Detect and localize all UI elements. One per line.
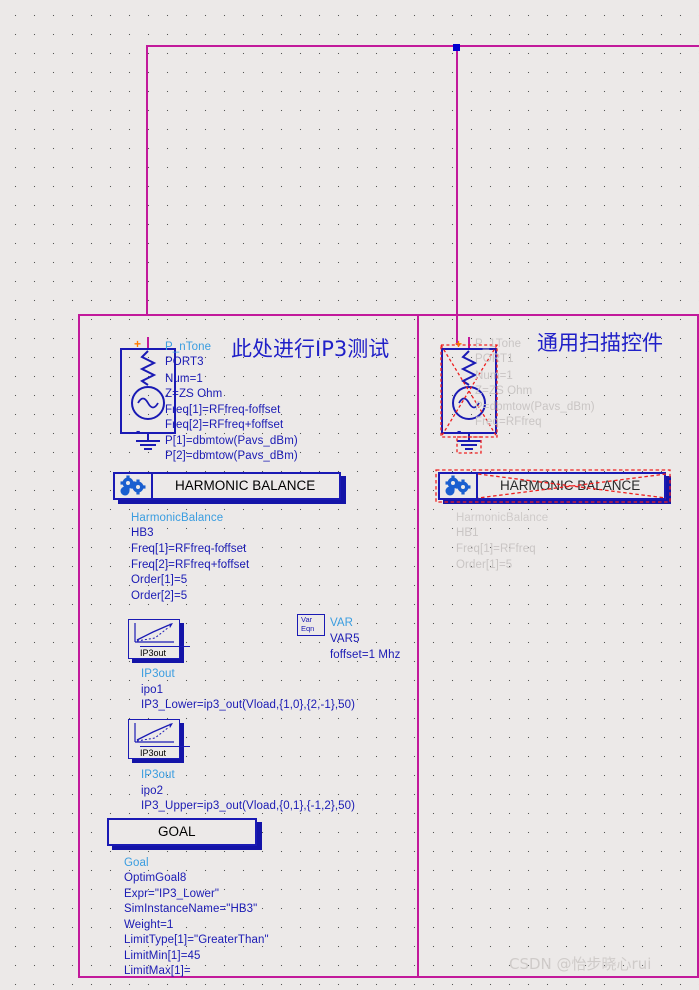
right-port-plus-label: + [455,337,463,351]
var-icon-line1: Var [301,615,313,624]
var-symbol[interactable]: Var Eqn [297,614,325,636]
right-port-symbol-name: P_1Tone [475,338,522,350]
port-param-3: Freq[2]=RFfreq+foffset [165,419,284,431]
right-hb-param-1: Order[1]=5 [456,559,513,571]
csdn-watermark: CSDN @怡步晓心rui [509,955,652,973]
goal-param-5: LimitMax[1]= [124,965,191,977]
goal-component-name: Goal [124,857,149,869]
right-port-param-0: Num=1 [475,370,513,382]
ip3-lower-symbol[interactable]: IP3out [128,619,190,659]
goal-param-2: Weight=1 [124,919,174,931]
goal-instance-name: OptimGoal8 [124,872,187,884]
ip3-upper-expression: IP3_Upper=ip3_out(Vload,{0,1},{-1,2},50) [141,800,356,812]
harmonic-balance-block[interactable]: HARMONIC BALANCE [113,472,341,500]
hb-block-label: HARMONIC BALANCE [175,478,316,493]
port-instance-name: PORT3 [165,356,204,368]
var-equation: foffset=1 Mhz [330,649,401,661]
right-port-param-3: Freq=RFfreq [475,416,542,428]
wire-junction-node[interactable] [453,44,460,51]
right-port-param-1: Z=ZS Ohm [475,385,533,397]
port-param-2: Freq[1]=RFfreq-foffset [165,404,281,416]
schematic-canvas[interactable]: 此处进行IP3测试 + - P_nTone PORT3 Num=1 Z=ZS O… [0,0,699,990]
right-port-param-2: P=dbmtow(Pavs_dBm) [475,401,595,413]
right-hb-block-label: HARMONIC BALANCE [500,478,641,493]
port-param-0: Num=1 [165,373,203,385]
ip3-lower-symbol-caption: IP3out [140,646,190,658]
ip3-upper-symbol-caption: IP3out [140,746,190,758]
right-harmonic-balance-block[interactable]: HARMONIC BALANCE [438,472,666,500]
goal-param-3: LimitType[1]="GreaterThan" [124,934,269,946]
ip3-lower-instance: ipo1 [141,684,164,696]
right-port-minus-label: - [457,423,462,438]
hb-icon-cell [115,474,153,498]
var-instance-name: VAR5 [330,633,360,645]
var-icon-line2: Eqn [301,624,315,633]
goal-block-label: GOAL [158,824,196,839]
wire-right-vertical[interactable] [456,45,458,345]
right-hb-component-name: HarmonicBalance [456,512,549,524]
port-minus-label: - [136,423,141,438]
gears-icon [120,475,146,496]
right-panel-title: 通用扫描控件 [537,331,663,355]
ip3-upper-symbol[interactable]: IP3out [128,719,190,759]
right-hb-param-0: Freq[1]=RFfreq [456,543,536,555]
var-component-name: VAR [330,617,354,629]
wire-left-vertical[interactable] [146,45,148,315]
hb-param-3: Order[2]=5 [131,590,188,602]
ip3-upper-instance: ipo2 [141,785,164,797]
goal-param-1: SimInstanceName="HB3" [124,903,258,915]
port-param-5: P[2]=dbmtow(Pavs_dBm) [165,450,298,462]
gears-icon [445,475,471,496]
hb-instance-name: HB3 [131,527,154,539]
port-param-1: Z=ZS Ohm [165,388,223,400]
ip3-lower-expression: IP3_Lower=ip3_out(Vload,{1,0},{2,-1},50) [141,699,356,711]
right-port-instance-name: PORT1 [475,353,514,365]
goal-param-0: Expr="IP3_Lower" [124,888,220,900]
wire-top-horizontal[interactable] [146,45,699,47]
hb-param-0: Freq[1]=RFfreq-foffset [131,543,247,555]
hb-param-1: Freq[2]=RFfreq+foffset [131,559,250,571]
hb-param-2: Order[1]=5 [131,574,188,586]
right-hb-instance-name: HB1 [456,527,479,539]
right-hb-icon-cell [440,474,478,498]
goal-param-4: LimitMin[1]=45 [124,950,201,962]
ip3-lower-component: IP3out [141,668,175,680]
port-param-4: P[1]=dbmtow(Pavs_dBm) [165,435,298,447]
port-plus-label: + [134,337,142,351]
hb-component-name: HarmonicBalance [131,512,224,524]
goal-block[interactable]: GOAL [107,818,257,846]
ip3-upper-component: IP3out [141,769,175,781]
left-panel-title: 此处进行IP3测试 [231,337,390,361]
port-symbol-name: P_nTone [165,341,212,353]
group-divider [417,314,419,978]
